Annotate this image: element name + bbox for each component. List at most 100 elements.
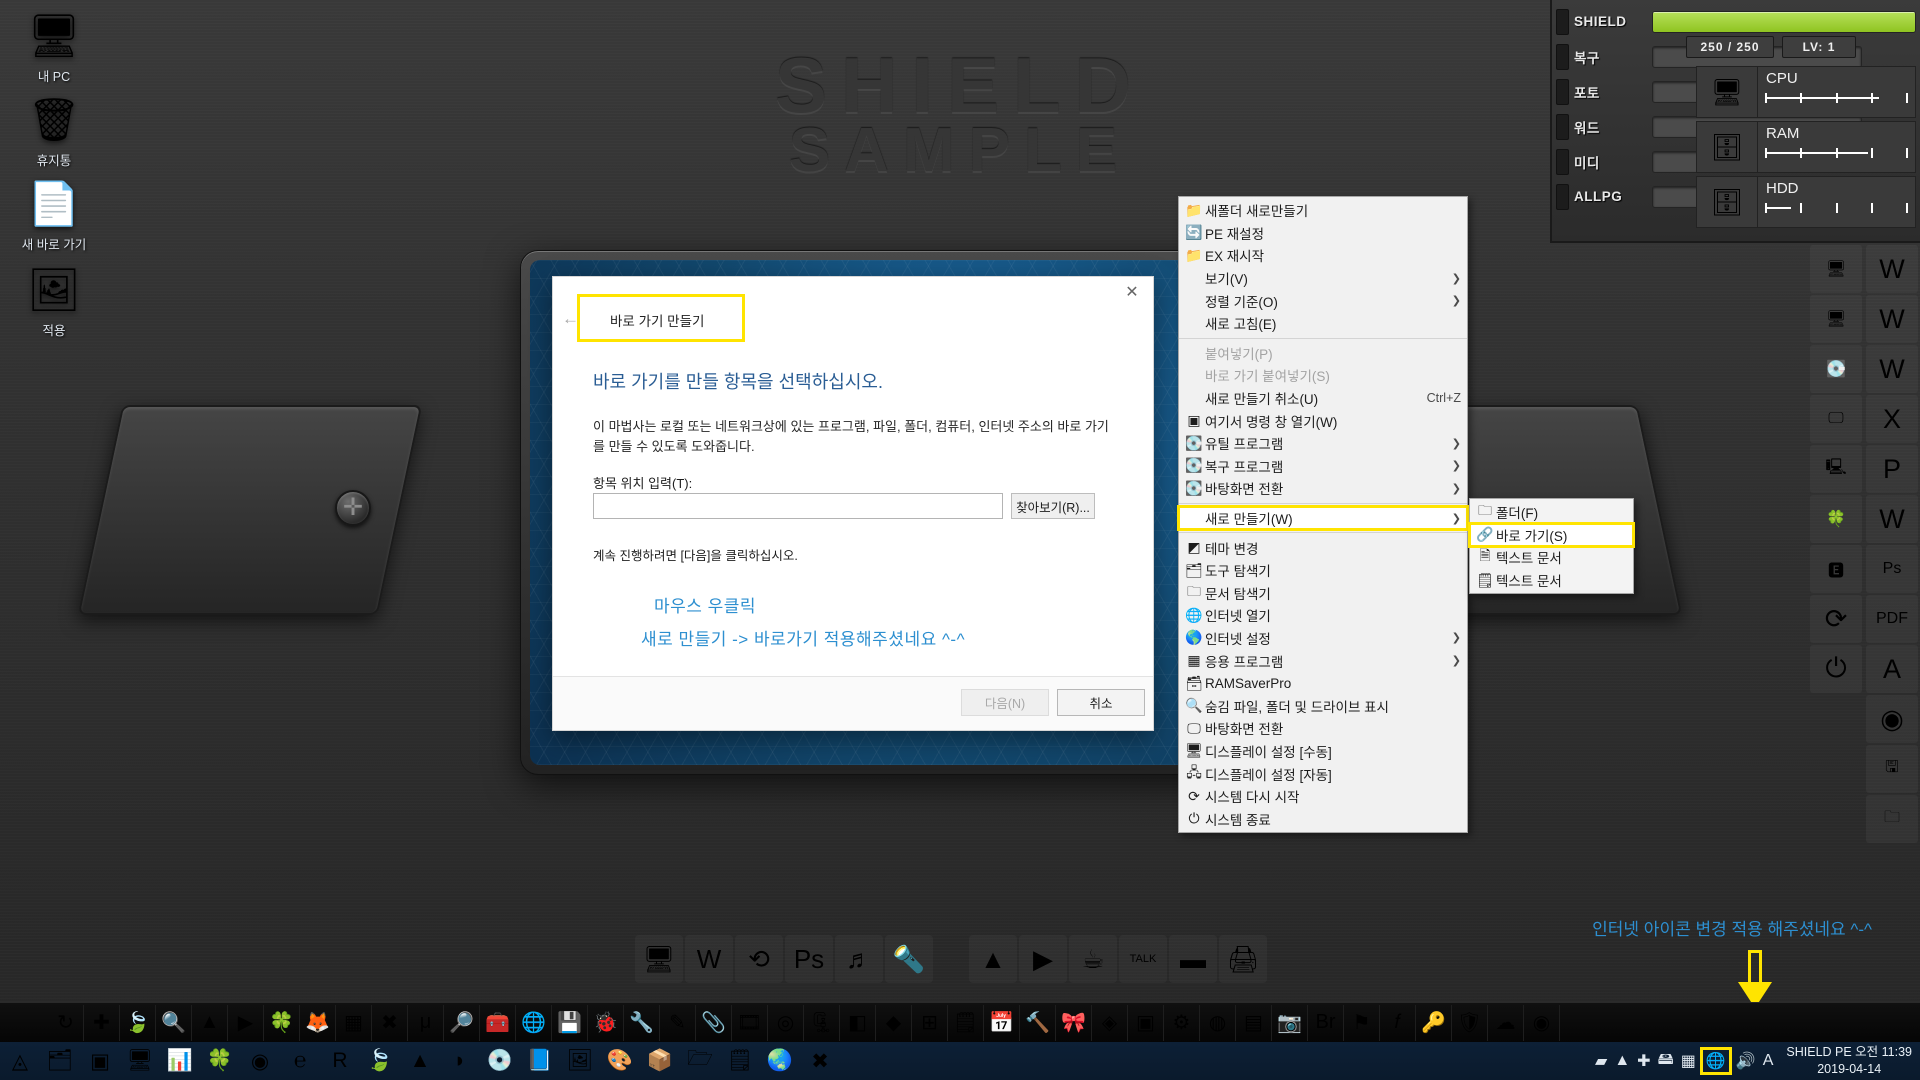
everything-search-icon[interactable]: 🅴	[1810, 545, 1862, 593]
context-menu-item[interactable]: 🖵 바탕화면 전환	[1179, 717, 1467, 740]
magenta-disk-icon[interactable]: 💽	[1810, 345, 1862, 393]
folder-icon[interactable]: 🗀	[1866, 795, 1918, 843]
green-note-icon[interactable]: 🗒	[948, 1004, 984, 1041]
red-grid-icon[interactable]: ▦	[336, 1004, 372, 1041]
context-menu-item[interactable]: ⏻ 시스템 종료	[1179, 807, 1467, 830]
blue-round-icon[interactable]: ◉	[1524, 1004, 1560, 1041]
taskbar-clock[interactable]: SHIELD PE 오전 11:39 2019-04-14	[1786, 1044, 1912, 1078]
context-menu-item[interactable]: 🔄 PE 재설정	[1179, 222, 1467, 245]
shield-red-icon[interactable]: 🛡	[1452, 1004, 1488, 1041]
desktop-icon-computer-icon[interactable]: 🖥 내 PC	[8, 8, 100, 85]
resource-hacker-icon[interactable]: 🔨	[1020, 1004, 1056, 1041]
virtualbox-icon[interactable]: 📦	[640, 1042, 680, 1080]
recovery-icon[interactable]: ⟲	[735, 935, 783, 983]
desktop-icon-recycle-bin-icon[interactable]: 🗑 휴지통	[8, 92, 100, 169]
photoshop-icon[interactable]: Ps	[785, 935, 833, 983]
taskbar-item-list[interactable]: 🗂 ▣ 🖥 📊 🍀 ◉ ℮ R 🍃 ▲ ◗ 💿 📘 🖼 🎨 📦 🗁 🗒 🌏 ✖	[40, 1042, 840, 1080]
context-menu-item[interactable]: ▣ 여기서 명령 창 열기(W)	[1179, 409, 1467, 432]
refresh-green-icon[interactable]: ⟳	[1810, 595, 1862, 643]
archive-icon[interactable]: 🗜	[804, 1004, 840, 1041]
projector-icon[interactable]: 🔦	[885, 935, 933, 983]
word-icon[interactable]: W	[1866, 345, 1918, 393]
monitoring-icon[interactable]: 📊	[160, 1042, 200, 1080]
pdf-icon[interactable]: PDF	[1866, 595, 1918, 643]
word-icon[interactable]: W	[1866, 295, 1918, 343]
plus-icon[interactable]: ✚	[84, 1004, 120, 1041]
tray-icon-list[interactable]: ▰ ▲ ✚ 🖴 ▦ 🌐 🔊 A	[1595, 1047, 1774, 1075]
alzip-icon[interactable]: 🍃	[360, 1042, 400, 1080]
f-script-icon[interactable]: 𝑓	[1380, 1004, 1416, 1041]
media-icon[interactable]: 🎞	[732, 1004, 768, 1041]
monitor-tool-icon[interactable]: 🖥	[1810, 245, 1862, 293]
altools-icon[interactable]: ▲	[192, 1004, 228, 1041]
alzip-icon[interactable]: 🍃	[120, 1004, 156, 1041]
cloud-icon[interactable]: ☁	[1488, 1004, 1524, 1041]
word-icon[interactable]: W	[685, 935, 733, 983]
coffee-icon[interactable]: ☕	[1069, 935, 1117, 983]
context-menu-item[interactable]: 🔍 숨김 파일, 폴더 및 드라이브 표시	[1179, 694, 1467, 717]
browse-button[interactable]: 찾아보기(R)...	[1011, 493, 1095, 519]
media-play-icon[interactable]: ▶	[1019, 935, 1067, 983]
close-red-x-icon[interactable]: ✖	[800, 1042, 840, 1080]
next-button[interactable]: 다음(N)	[961, 689, 1049, 716]
dark-screen-icon[interactable]: 🖵	[1810, 395, 1862, 443]
network-globe-icon[interactable]: 🌐	[1699, 1047, 1732, 1075]
photoshop-icon[interactable]: Ps	[1866, 545, 1918, 593]
dark-photo-icon[interactable]: 🖼	[560, 1042, 600, 1080]
powerpoint-icon[interactable]: P	[1866, 445, 1918, 493]
color-swatch-icon[interactable]: ▦	[1681, 1051, 1696, 1071]
remote-screen-icon[interactable]: 🖥	[120, 1042, 160, 1080]
diamond-icon[interactable]: ◆	[876, 1004, 912, 1041]
tools-icon[interactable]: 🔧	[624, 1004, 660, 1041]
kakaotalk-icon[interactable]: TALK	[1119, 935, 1167, 983]
context-menu-item[interactable]: 새로 만들기 취소(U) Ctrl+Z	[1179, 387, 1467, 410]
right-dock-column-b[interactable]: W W W X P W Ps PDF A ◉ 🖫 🗀	[1864, 243, 1920, 845]
cancel-button[interactable]: 취소	[1057, 689, 1145, 716]
excel-icon[interactable]: X	[1866, 395, 1918, 443]
paper-icon[interactable]: 📘	[520, 1042, 560, 1080]
clover-icon[interactable]: 🍀	[200, 1042, 240, 1080]
command-prompt-icon[interactable]: ▣	[80, 1042, 120, 1080]
location-input[interactable]	[593, 493, 1003, 519]
quick-launch-taskbar[interactable]: ↻ ✚ 🍃 🔍 ▲ ▶ 🍀 🦊 ▦ ✖ μ 🔎 🧰 🌐 💾 🐞 🔧 ✎ 📎 🎞 ◎ 🗜 ◧ ◆ ⊞ 🗒 📅 🔨 🎀 ◈ ▣ ⚙ ◍ ▤ 📷 Br ⚑ 𝑓 🔑…	[0, 1002, 1920, 1042]
context-menu-item[interactable]: 새로 만들기(W) ❯	[1177, 504, 1469, 532]
pink-tool-icon[interactable]: 🎀	[1056, 1004, 1092, 1041]
key-icon[interactable]: 🔑	[1416, 1004, 1452, 1041]
context-menu-item[interactable]: 💽 유틸 프로그램 ❯	[1179, 432, 1467, 455]
context-menu-item[interactable]: 🌎 인터넷 설정 ❯	[1179, 627, 1467, 650]
file-explorer-icon[interactable]: 🗂	[40, 1042, 80, 1080]
clip-icon[interactable]: 📎	[696, 1004, 732, 1041]
pencil-icon[interactable]: ✎	[660, 1004, 696, 1041]
desktop-context-menu[interactable]: 📁 새폴더 새로만들기 🔄 PE 재설정 📁 EX 재시작 보기(V) ❯ 정렬 기준(O) ❯ 새…	[1177, 196, 1469, 834]
context-menu-item[interactable]: ◩ 테마 변경	[1179, 536, 1467, 559]
context-menu-item[interactable]: 보기(V) ❯	[1179, 267, 1467, 290]
list-up-icon[interactable]: 🗒	[720, 1042, 760, 1080]
context-menu-item[interactable]: 📁 EX 재시작	[1179, 244, 1467, 267]
internet-explorer-icon[interactable]: ℮	[280, 1042, 320, 1080]
folder-up-icon[interactable]: 🗁	[680, 1042, 720, 1080]
desktop-pc-icon[interactable]: 🖳	[1810, 445, 1862, 493]
grid-icon[interactable]: ▤	[1236, 1004, 1272, 1041]
altools-icon[interactable]: ▲	[969, 935, 1017, 983]
desktop-icon-blank-document-icon[interactable]: 📄 새 바로 가기	[8, 176, 100, 253]
flag-icon[interactable]: ⚑	[1344, 1004, 1380, 1041]
search-orange-icon[interactable]: 🔍	[156, 1004, 192, 1041]
utorrent-icon[interactable]: μ	[408, 1004, 444, 1041]
bridge-icon[interactable]: Br	[1308, 1004, 1344, 1041]
submenu-item[interactable]: 🗀 폴더(F)	[1470, 501, 1633, 524]
dual-monitor-icon[interactable]: 🖥	[1810, 295, 1862, 343]
input-language-icon[interactable]: A	[1763, 1052, 1774, 1070]
submenu-item[interactable]: 🔗 바로 가기(S)	[1468, 521, 1635, 549]
live-play-icon[interactable]: ▶	[228, 1004, 264, 1041]
context-menu-item[interactable]: 💽 바탕화면 전환 ❯	[1179, 477, 1467, 500]
blue-device-icon[interactable]: ▬	[1169, 935, 1217, 983]
floppy-icon[interactable]: 🖫	[1866, 745, 1918, 793]
right-dock-column-a[interactable]: 🖥 🖥 💽 🖵 🖳 🍀 🅴 ⟳ ⏻	[1808, 243, 1864, 695]
context-menu-item[interactable]: 💽 복구 프로그램 ❯	[1179, 455, 1467, 478]
ladybug-icon[interactable]: 🐞	[588, 1004, 624, 1041]
word-doc-icon[interactable]: W	[1866, 495, 1918, 543]
disc-icon[interactable]: 💿	[480, 1042, 520, 1080]
chrome-icon[interactable]: ◉	[240, 1042, 280, 1080]
paint-icon[interactable]: 🎨	[600, 1042, 640, 1080]
context-menu-item[interactable]: 새로 고침(E)	[1179, 312, 1467, 335]
